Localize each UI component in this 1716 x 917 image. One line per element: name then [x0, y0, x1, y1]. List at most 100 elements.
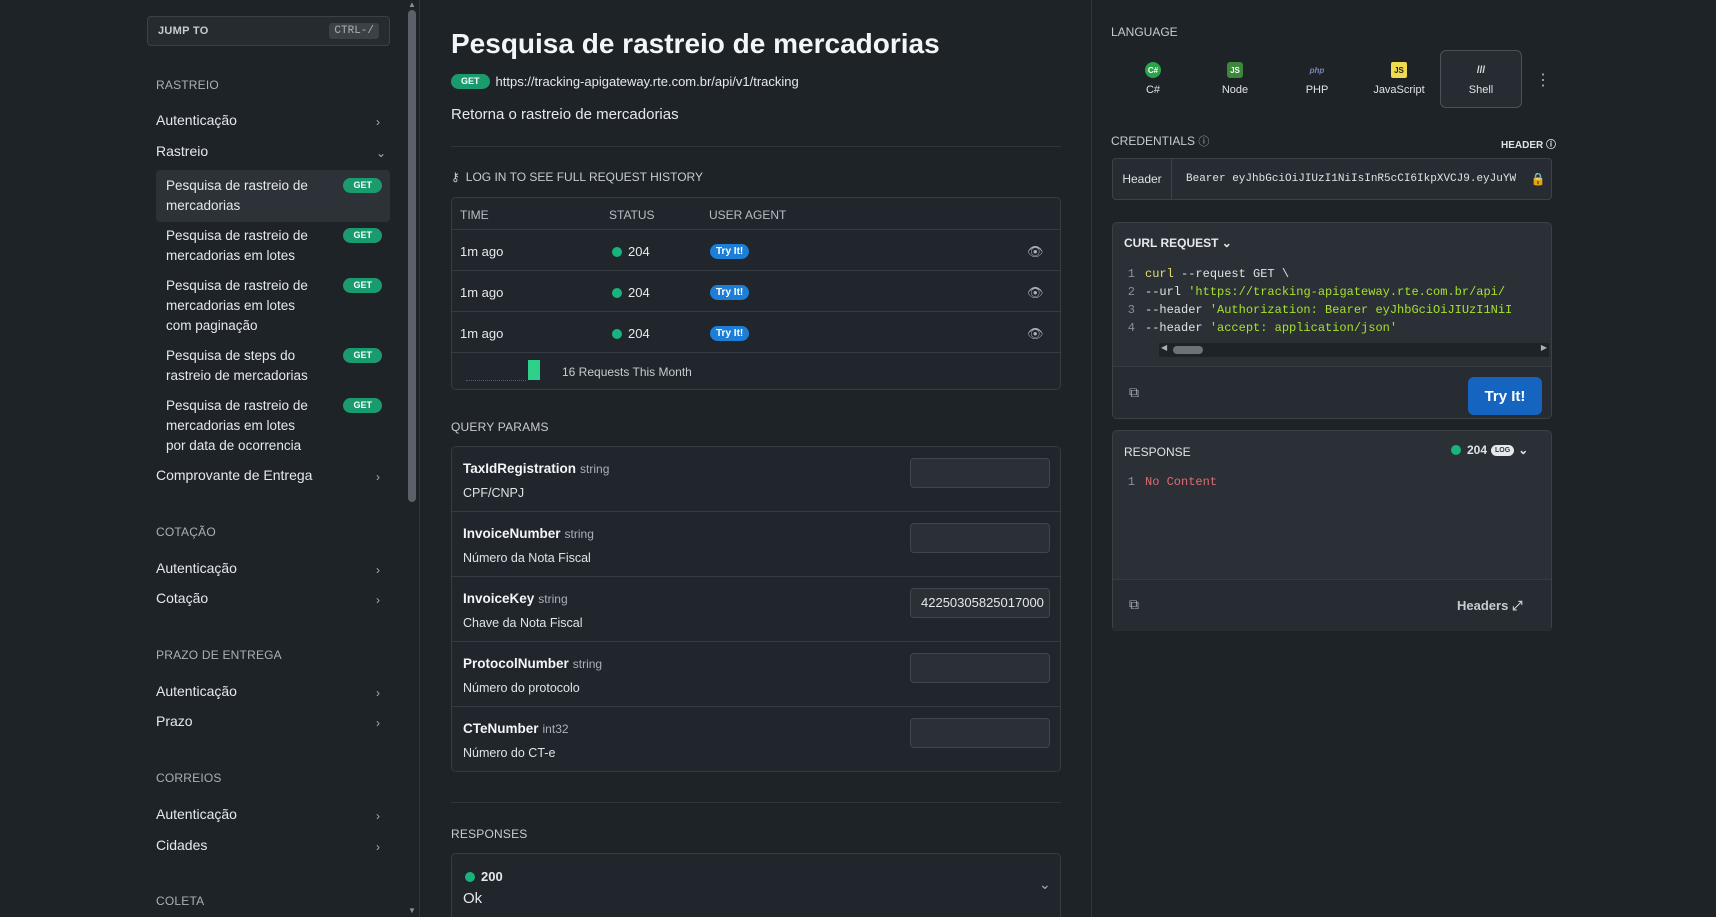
tab-csharp[interactable]: C# C# — [1112, 50, 1194, 108]
curl-request-panel: CURL REQUEST ⌄ 1 curl --request GET \ 2 --… — [1112, 222, 1552, 419]
chevron-down-icon: ⌄ — [376, 146, 387, 160]
nav-correios-autenticacao[interactable]: Autenticação › — [156, 806, 386, 823]
section-rastreio: RASTREIO — [156, 78, 219, 92]
invoice-number-input[interactable] — [910, 523, 1050, 553]
sidebar-item-rastreio-data-ocorrencia[interactable]: Pesquisa de rastreio de mercadorias em l… — [156, 390, 390, 462]
param-desc: Número do CT-e — [463, 746, 556, 760]
nav-cotacao[interactable]: Cotação › — [156, 590, 386, 607]
param-type: string — [538, 592, 568, 606]
login-hint[interactable]: ⚷ LOG IN TO SEE FULL REQUEST HISTORY — [451, 170, 703, 184]
row-time: 1m ago — [460, 244, 504, 259]
code-line: 2 --url 'https://tracking-apigateway.rte… — [1113, 283, 1551, 301]
nav-cidades[interactable]: Cidades › — [156, 837, 386, 854]
sidebar-item-rastreio-lotes[interactable]: Pesquisa de rastreio de mercadorias em l… — [156, 220, 390, 272]
header-toggle[interactable]: HEADER ⓘ — [1501, 136, 1556, 151]
col-time: TIME — [460, 208, 489, 222]
credentials-field[interactable]: Header Bearer eyJhbGciOiJIUzI1NiIsInR5cC… — [1112, 158, 1552, 200]
table-row[interactable]: 1m ago 204 Try It! 👁 — [452, 230, 1060, 271]
scroll-left-icon[interactable]: ◀ — [1161, 343, 1167, 352]
chevron-right-icon: › — [376, 115, 380, 129]
status-dot — [612, 247, 622, 257]
tab-javascript[interactable]: JS JavaScript — [1358, 50, 1440, 108]
line-number: 2 — [1127, 285, 1135, 299]
nav-label: Cotação — [156, 590, 209, 606]
code-text: --header 'Authorization: Bearer eyJhbGci… — [1145, 301, 1512, 319]
table-row[interactable]: 1m ago 204 Try It! 👁 — [452, 271, 1060, 312]
eye-icon[interactable]: 👁 — [1027, 326, 1044, 342]
get-badge: GET — [343, 178, 382, 193]
javascript-icon: JS — [1391, 62, 1407, 78]
nav-label: Prazo — [156, 713, 193, 729]
scroll-up-icon[interactable]: ▲ — [408, 0, 416, 9]
sidebar-item-steps-rastreio[interactable]: Pesquisa de steps do rastreio de mercado… — [156, 340, 390, 392]
query-params: TaxIdRegistration string CPF/CNPJ Invoice… — [451, 446, 1061, 772]
divider — [451, 146, 1061, 147]
scroll-right-icon[interactable]: ▶ — [1541, 343, 1547, 352]
sidebar-item-rastreio-lotes-paginacao[interactable]: Pesquisa de rastreio de mercadorias em l… — [156, 270, 390, 342]
status-code: 204 — [628, 326, 650, 341]
sub-label: Pesquisa de steps do rastreio de mercado… — [166, 348, 308, 383]
param-name-text: TaxIdRegistration — [463, 461, 577, 476]
nav-prazo[interactable]: Prazo › — [156, 713, 386, 730]
code-line: 3 --header 'Authorization: Bearer eyJhbG… — [1113, 301, 1551, 319]
param-type: int32 — [542, 722, 569, 736]
credentials-label: CREDENTIALS ⓘ — [1111, 133, 1209, 149]
help-icon[interactable]: ⓘ — [1198, 136, 1209, 148]
get-badge: GET — [343, 228, 382, 243]
nav-comprovante-entrega[interactable]: Comprovante de Entrega › — [156, 467, 386, 484]
more-options-icon[interactable]: ⋮ — [1535, 70, 1551, 90]
headers-link[interactable]: Headers ⤢ — [1457, 598, 1522, 614]
tab-node[interactable]: JS Node — [1194, 50, 1276, 108]
cte-number-input[interactable] — [910, 718, 1050, 748]
jump-to-search[interactable]: JUMP TO CTRL-/ — [147, 16, 390, 46]
row-status: 204 — [612, 244, 650, 259]
copy-icon[interactable]: ⧉ — [1129, 384, 1139, 401]
code-scroll-thumb[interactable] — [1173, 346, 1203, 354]
chevron-right-icon: › — [376, 563, 380, 577]
chevron-right-icon: › — [376, 809, 380, 823]
sub-label: Pesquisa de rastreio de mercadorias — [166, 178, 308, 213]
chevron-down-icon: ⌄ — [1221, 236, 1232, 250]
response-200-card[interactable]: 200 Ok ⌄ — [451, 853, 1061, 917]
cred-value-input[interactable]: Bearer eyJhbGciOiJIUzI1NiIsInR5cCI6IkpXV… — [1172, 159, 1525, 199]
status-dot — [612, 329, 622, 339]
response-code-text: 200 — [481, 869, 503, 884]
nav-prazo-autenticacao[interactable]: Autenticação › — [156, 683, 386, 700]
nav-label: Cidades — [156, 837, 208, 853]
sidebar-item-pesquisa-rastreio[interactable]: Pesquisa de rastreio de mercadorias GET — [156, 170, 390, 222]
nav-rastreio-autenticacao[interactable]: Autenticação › — [156, 112, 386, 129]
scroll-down-icon[interactable]: ▼ — [408, 906, 416, 915]
eye-icon[interactable]: 👁 — [1027, 285, 1044, 301]
section-prazo-entrega: PRAZO DE ENTREGA — [156, 648, 282, 662]
param-invoice-number: InvoiceNumber string Número da Nota Fisca… — [452, 512, 1060, 577]
curl-dropdown[interactable]: CURL REQUEST ⌄ — [1124, 236, 1232, 250]
response-status[interactable]: 204 LOG ⌄ — [1451, 443, 1528, 457]
language-label: LANGUAGE — [1111, 25, 1178, 39]
nav-cotacao-autenticacao[interactable]: Autenticação › — [156, 560, 386, 577]
tax-id-input[interactable] — [910, 458, 1050, 488]
nav-label: Autenticação — [156, 112, 237, 128]
param-name: InvoiceNumber string — [463, 526, 594, 541]
tab-shell[interactable]: /// Shell — [1440, 50, 1522, 108]
nav-rastreio[interactable]: Rastreio ⌄ — [156, 143, 387, 160]
row-status: 204 — [612, 326, 650, 341]
response-text: Ok — [463, 890, 483, 907]
eye-icon[interactable]: 👁 — [1027, 244, 1044, 260]
cred-key: Header — [1113, 159, 1172, 199]
sidebar-scroll-thumb[interactable] — [408, 10, 416, 502]
section-cotacao: COTAÇÃO — [156, 525, 216, 539]
protocol-number-input[interactable] — [910, 653, 1050, 683]
sparkline-bar — [528, 360, 540, 380]
endpoint-description: Retorna o rastreio de mercadorias — [451, 106, 679, 123]
try-it-button[interactable]: Try It! — [1468, 377, 1542, 415]
response-code: 200 — [465, 869, 503, 884]
code-token: curl — [1145, 267, 1174, 281]
copy-icon[interactable]: ⧉ — [1129, 596, 1139, 613]
tab-php[interactable]: php PHP — [1276, 50, 1358, 108]
param-name: TaxIdRegistration string — [463, 461, 609, 476]
invoice-key-input[interactable]: 42250305825017000 — [910, 588, 1050, 618]
table-row[interactable]: 1m ago 204 Try It! 👁 — [452, 312, 1060, 353]
language-tabs: C# C# JS Node php PHP JS JavaScript /// … — [1112, 50, 1532, 108]
nav-label: Autenticação — [156, 560, 237, 576]
code-hscrollbar[interactable]: ◀ ▶ — [1159, 343, 1549, 357]
